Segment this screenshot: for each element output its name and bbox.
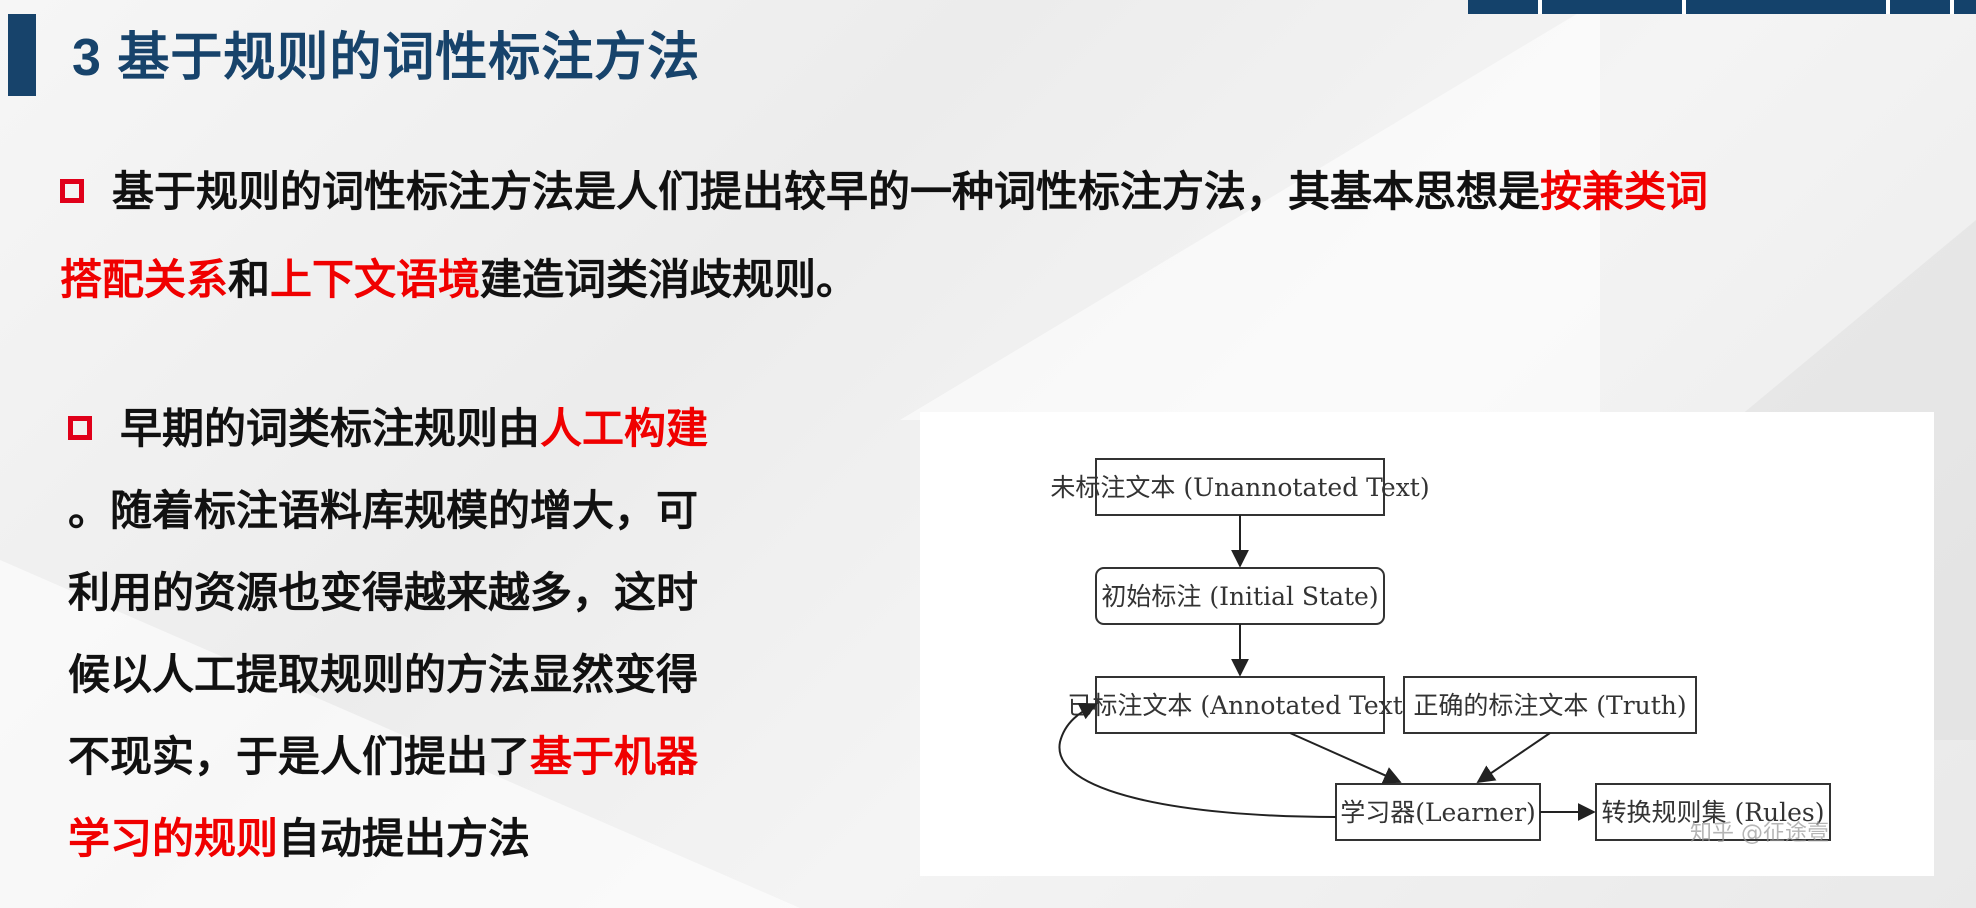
tbl-flow-diagram: 未标注文本 (Unannotated Text) 初始标注 (Initial S… xyxy=(920,412,1934,876)
paragraph-line: 早期的词类标注规则由人工构建 xyxy=(68,388,708,470)
text-span: 建造词类消歧规则。 xyxy=(480,255,859,304)
paragraph-early-rules: 早期的词类标注规则由人工构建 。随着标注语料库规模的增大，可 利用的资源也变得越… xyxy=(68,388,708,880)
text-span: 自动提出方法 xyxy=(278,814,531,863)
paragraph-rule-based: 基于规则的词性标注方法是人们提出较早的一种词性标注方法，其基本思想是按兼类词 搭… xyxy=(60,148,1708,324)
highlight-span: 学习的规则 xyxy=(68,814,279,863)
square-bullet-icon xyxy=(68,415,92,440)
node-truth-label: 正确的标注文本 (Truth) xyxy=(1413,691,1686,720)
paragraph-line: 搭配关系和上下文语境建造词类消歧规则。 xyxy=(60,236,1708,324)
edge-annotated-learner xyxy=(1289,732,1402,784)
watermark: 知乎 @征途壹 xyxy=(1690,821,1829,846)
paragraph-line: 。随着标注语料库规模的增大，可 xyxy=(68,486,699,535)
highlight-span: 上下文语境 xyxy=(270,255,481,304)
edge-truth-learner xyxy=(1476,732,1551,784)
text-span: 和 xyxy=(228,255,271,304)
highlight-span: 按兼类词 xyxy=(1540,167,1709,216)
paragraph-line: 利用的资源也变得越来越多，这时 xyxy=(68,568,699,617)
node-initial-label: 初始标注 (Initial State) xyxy=(1101,582,1378,611)
text-span: 基于规则的词性标注方法是人们提出较早的一种词性标注方法，其基本思想是 xyxy=(112,167,1541,216)
paragraph-line: 候以人工提取规则的方法显然变得 xyxy=(68,650,699,699)
diagram-svg: 未标注文本 (Unannotated Text) 初始标注 (Initial S… xyxy=(1050,458,1831,846)
paragraph-line: 学习的规则自动提出方法 xyxy=(68,798,708,880)
title-accent-bar xyxy=(8,14,36,96)
paragraph-line: 不现实，于是人们提出了基于机器 xyxy=(68,716,708,798)
top-banner xyxy=(1468,0,1976,14)
node-unannotated-label: 未标注文本 (Unannotated Text) xyxy=(1050,473,1429,502)
highlight-span: 搭配关系 xyxy=(60,255,229,304)
node-annotated-label: 已标注文本 (Annotated Text) xyxy=(1067,691,1412,720)
highlight-span: 人工构建 xyxy=(540,404,709,453)
text-span: 不现实，于是人们提出了 xyxy=(68,732,531,781)
square-bullet-icon xyxy=(60,178,84,203)
text-span: 早期的词类标注规则由 xyxy=(120,404,541,453)
paragraph-line: 基于规则的词性标注方法是人们提出较早的一种词性标注方法，其基本思想是按兼类词 xyxy=(60,148,1708,236)
highlight-span: 基于机器 xyxy=(530,732,699,781)
node-learner-label: 学习器(Learner) xyxy=(1340,798,1536,827)
page-title: 3 基于规则的词性标注方法 xyxy=(72,29,701,87)
